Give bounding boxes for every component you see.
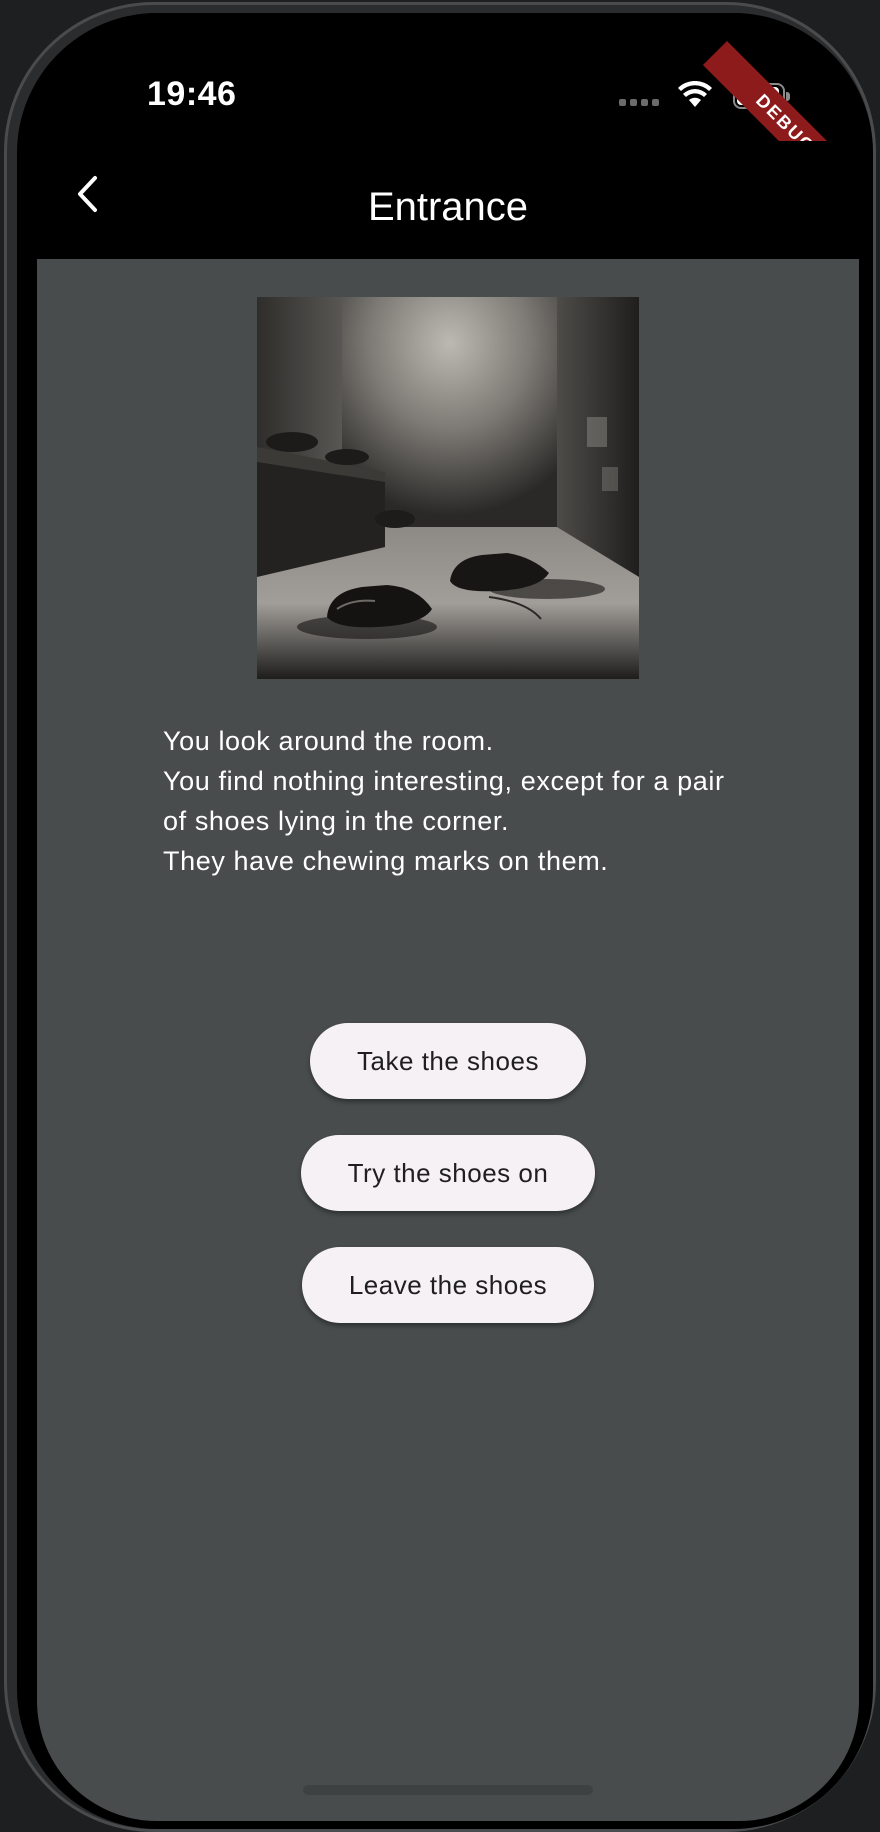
page-title: Entrance (367, 185, 529, 229)
screen: 19:46 DEBUG Entrance You look around the… (37, 13, 859, 1821)
leave-shoes-button[interactable]: Leave the shoes (301, 1247, 595, 1323)
phone-bezel: 19:46 DEBUG Entrance You look around the… (17, 13, 873, 1829)
take-shoes-button[interactable]: Take the shoes (310, 1023, 586, 1099)
try-shoes-on-button[interactable]: Try the shoes on (300, 1135, 596, 1211)
home-indicator[interactable] (303, 1785, 593, 1795)
story-line: You look around the room. (163, 726, 494, 756)
cellular-signal-icon (619, 99, 659, 107)
status-time: 19:46 (147, 75, 237, 113)
phone-frame: 19:46 DEBUG Entrance You look around the… (4, 2, 876, 1832)
story-text: You look around the room. You find nothi… (163, 721, 743, 881)
story-line: You find nothing interesting, except for… (163, 766, 725, 836)
scene-image (257, 297, 639, 679)
story-line: They have chewing marks on them. (163, 846, 609, 876)
choice-list: Take the shoes Try the shoes on Leave th… (37, 1023, 859, 1323)
app-bar: Entrance (37, 141, 859, 241)
scene-content: You look around the room. You find nothi… (37, 259, 859, 1821)
wifi-icon (678, 81, 712, 107)
